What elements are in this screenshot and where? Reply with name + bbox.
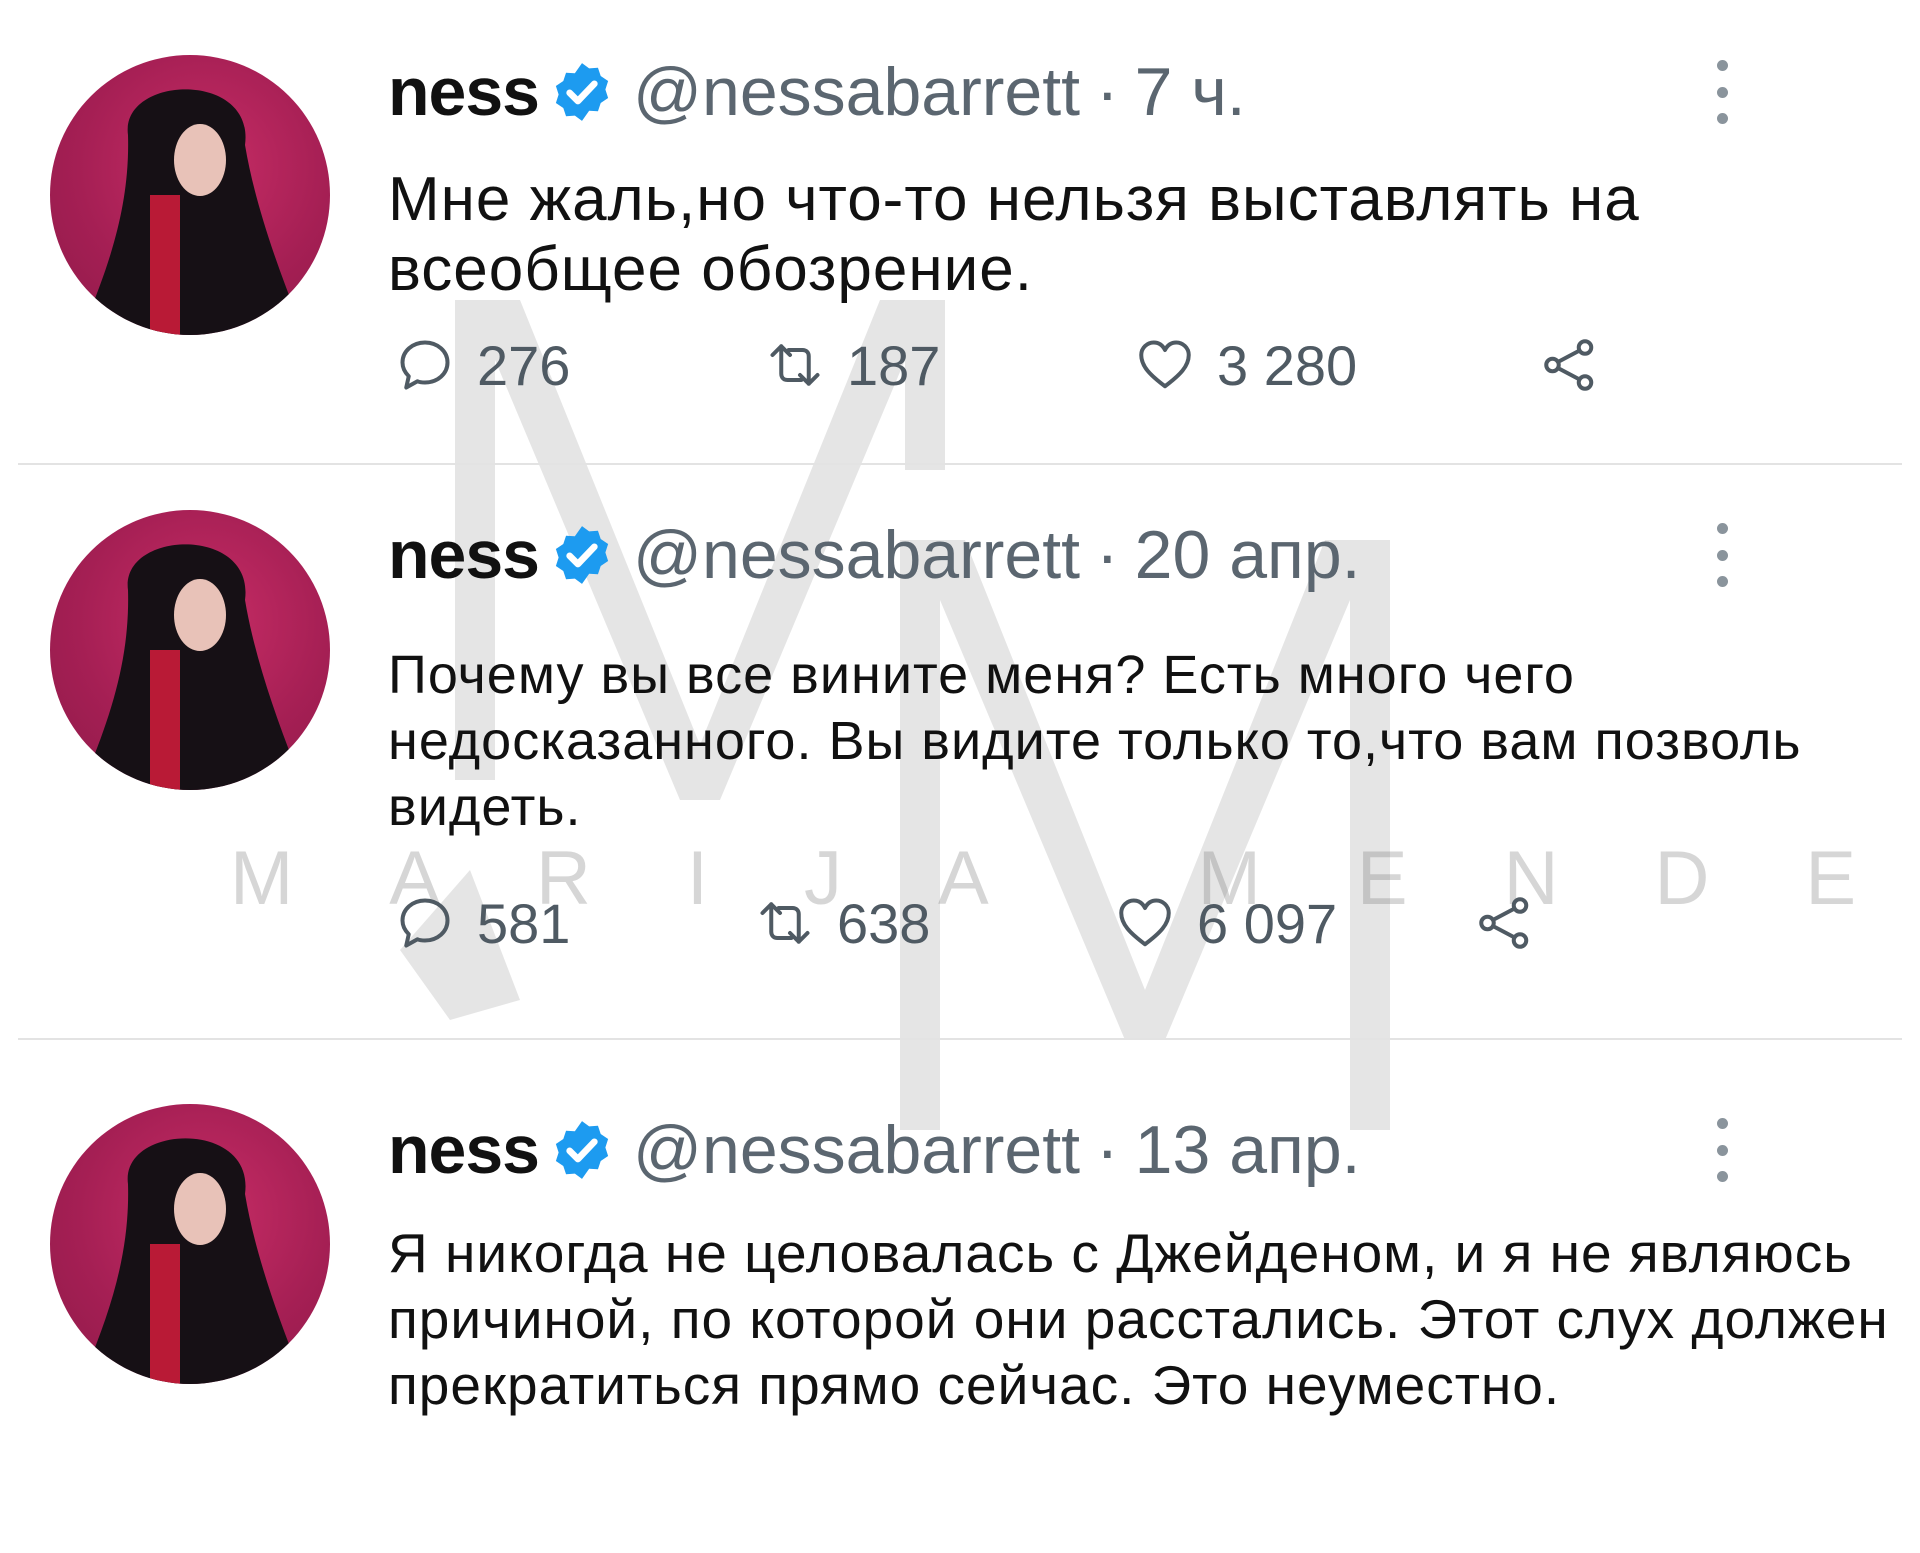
display-name[interactable]: ness xyxy=(388,1111,540,1189)
share-icon xyxy=(1544,339,1594,391)
reply-count: 581 xyxy=(477,891,571,955)
separator: · xyxy=(1096,517,1119,593)
tweet-actions: 581 638 6 097 xyxy=(395,883,1645,963)
timestamp[interactable]: 7 ч. xyxy=(1135,53,1246,131)
retweet-count: 638 xyxy=(837,891,931,955)
handle[interactable]: @nessabarrett xyxy=(633,53,1080,131)
more-vertical-icon[interactable] xyxy=(1716,1118,1728,1182)
tweet[interactable]: ness @nessabarrett · 20 апр. Почему вы в… xyxy=(0,467,1920,1039)
verified-badge-icon xyxy=(555,526,609,584)
share-button[interactable] xyxy=(1475,883,1535,963)
verified-badge-icon xyxy=(555,63,609,121)
reply-button[interactable]: 276 xyxy=(395,325,570,405)
like-button[interactable]: 3 280 xyxy=(1135,325,1357,405)
like-button[interactable]: 6 097 xyxy=(1115,883,1337,963)
like-count: 3 280 xyxy=(1217,333,1358,397)
tweet-text: Мне жаль,но что-то нельзя выставлять на … xyxy=(388,165,1640,304)
avatar[interactable] xyxy=(50,55,330,335)
display-name[interactable]: ness xyxy=(388,516,540,594)
handle[interactable]: @nessabarrett xyxy=(633,1111,1080,1189)
reply-icon xyxy=(400,340,450,390)
more-vertical-icon[interactable] xyxy=(1716,60,1728,124)
tweet[interactable]: ness @nessabarrett · 13 апр. Я никогда н… xyxy=(0,1042,1920,1548)
avatar-photo xyxy=(80,1138,305,1384)
like-count: 6 097 xyxy=(1197,891,1338,955)
separator: · xyxy=(1096,54,1119,130)
divider xyxy=(18,463,1902,465)
timestamp[interactable]: 20 апр. xyxy=(1135,516,1361,594)
display-name[interactable]: ness xyxy=(388,53,540,131)
retweet-button[interactable]: 638 xyxy=(755,883,930,963)
share-icon xyxy=(1479,897,1529,949)
handle[interactable]: @nessabarrett xyxy=(633,516,1080,594)
reply-icon xyxy=(400,898,450,948)
tweet[interactable]: ness @nessabarrett · 7 ч. Мне жаль,но чт… xyxy=(0,0,1920,465)
reply-count: 276 xyxy=(477,333,571,397)
verified-badge-icon xyxy=(555,1121,609,1179)
avatar[interactable] xyxy=(50,1104,330,1384)
share-button[interactable] xyxy=(1540,325,1600,405)
tweet-header: ness @nessabarrett · 13 апр. xyxy=(388,1110,1860,1190)
tweet-header: ness @nessabarrett · 20 апр. xyxy=(388,515,1860,595)
reply-button[interactable]: 581 xyxy=(395,883,570,963)
avatar[interactable] xyxy=(50,510,330,790)
tweet-header: ness @nessabarrett · 7 ч. xyxy=(388,52,1860,132)
more-vertical-icon[interactable] xyxy=(1716,523,1728,587)
separator: · xyxy=(1096,1112,1119,1188)
tweet-text: Я никогда не целовалась с Джейденом, и я… xyxy=(388,1222,1889,1416)
avatar-photo xyxy=(80,544,305,790)
avatar-photo xyxy=(80,89,305,335)
retweet-button[interactable]: 187 xyxy=(765,325,940,405)
timestamp[interactable]: 13 апр. xyxy=(1135,1111,1361,1189)
tweet-actions: 276 187 3 280 xyxy=(395,325,1645,405)
heart-icon xyxy=(1139,340,1191,389)
retweet-icon xyxy=(770,344,820,386)
retweet-count: 187 xyxy=(847,333,941,397)
divider xyxy=(18,1038,1902,1040)
tweet-text: Почему вы все вините меня? Есть много че… xyxy=(388,645,1802,837)
retweet-icon xyxy=(760,902,810,944)
heart-icon xyxy=(1119,898,1171,947)
